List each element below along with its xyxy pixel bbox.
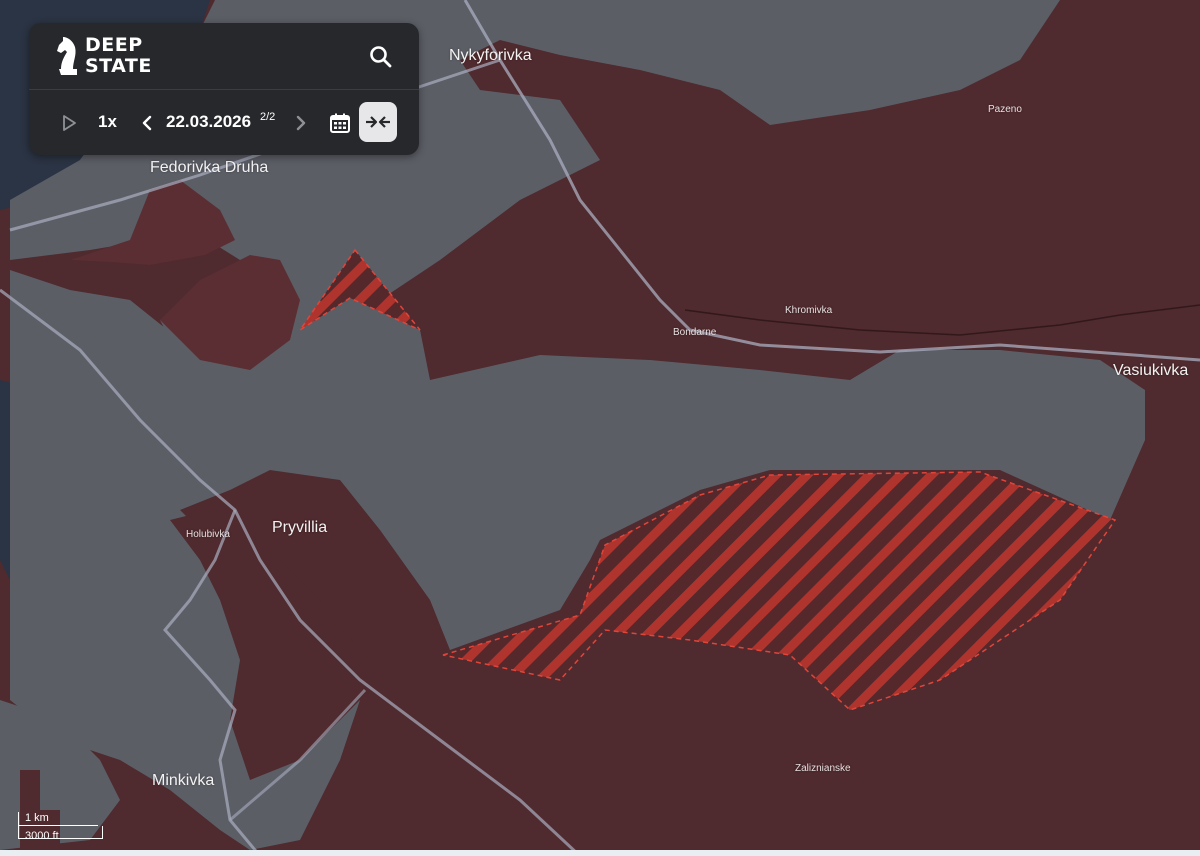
place-label-pryvillia[interactable]: Pryvillia [272, 519, 327, 537]
app-logo[interactable]: DEEP STATE [85, 35, 152, 77]
control-panel: DEEP STATE 1x 22.03.2026 2/2 [29, 23, 419, 155]
logo-line1: DEEP [85, 34, 143, 56]
calendar-icon [330, 113, 350, 133]
place-label-nykyforivka[interactable]: Nykyforivka [449, 47, 532, 65]
scale-tick-left [18, 826, 19, 838]
chevron-left-icon [142, 115, 152, 131]
play-button[interactable] [61, 114, 77, 132]
place-label-fedorivka-druha[interactable]: Fedorivka Druha [150, 159, 268, 177]
panel-divider [29, 89, 419, 90]
current-date[interactable]: 22.03.2026 [166, 112, 251, 132]
scale-metric-label: 1 km [25, 812, 49, 824]
play-icon [63, 115, 76, 131]
next-date-button[interactable] [294, 114, 308, 132]
place-label-pazeno[interactable]: Pazeno [988, 104, 1022, 115]
search-button[interactable] [367, 43, 395, 71]
map-bottom-border [0, 850, 1200, 856]
previous-date-button[interactable] [140, 114, 154, 132]
place-label-minkivka[interactable]: Minkivka [152, 772, 214, 790]
scale-bar: 1 km 3000 ft [16, 808, 108, 848]
scale-tick-top [18, 812, 19, 825]
scale-tick-right [102, 826, 103, 838]
place-label-khromivka[interactable]: Khromivka [785, 305, 832, 316]
chevron-right-icon [296, 115, 306, 131]
compare-dates-button[interactable] [359, 102, 397, 142]
place-label-zaliznianske[interactable]: Zaliznianske [795, 763, 851, 774]
place-label-holubivka[interactable]: Holubivka [186, 529, 230, 540]
place-label-vasiukivka[interactable]: Vasiukivka [1113, 362, 1188, 380]
scale-metric-line [18, 825, 98, 826]
compare-arrows-icon [366, 116, 390, 128]
search-icon [370, 46, 392, 68]
knight-chess-icon [57, 37, 77, 75]
calendar-button[interactable] [329, 112, 351, 134]
scale-imperial-label: 3000 ft [25, 830, 59, 842]
scale-imperial-line [18, 838, 103, 839]
logo-line2: STATE [85, 55, 152, 77]
place-label-bondarne[interactable]: Bondarne [673, 327, 716, 338]
date-page-indicator: 2/2 [260, 111, 276, 123]
speed-selector[interactable]: 1x [98, 112, 117, 132]
